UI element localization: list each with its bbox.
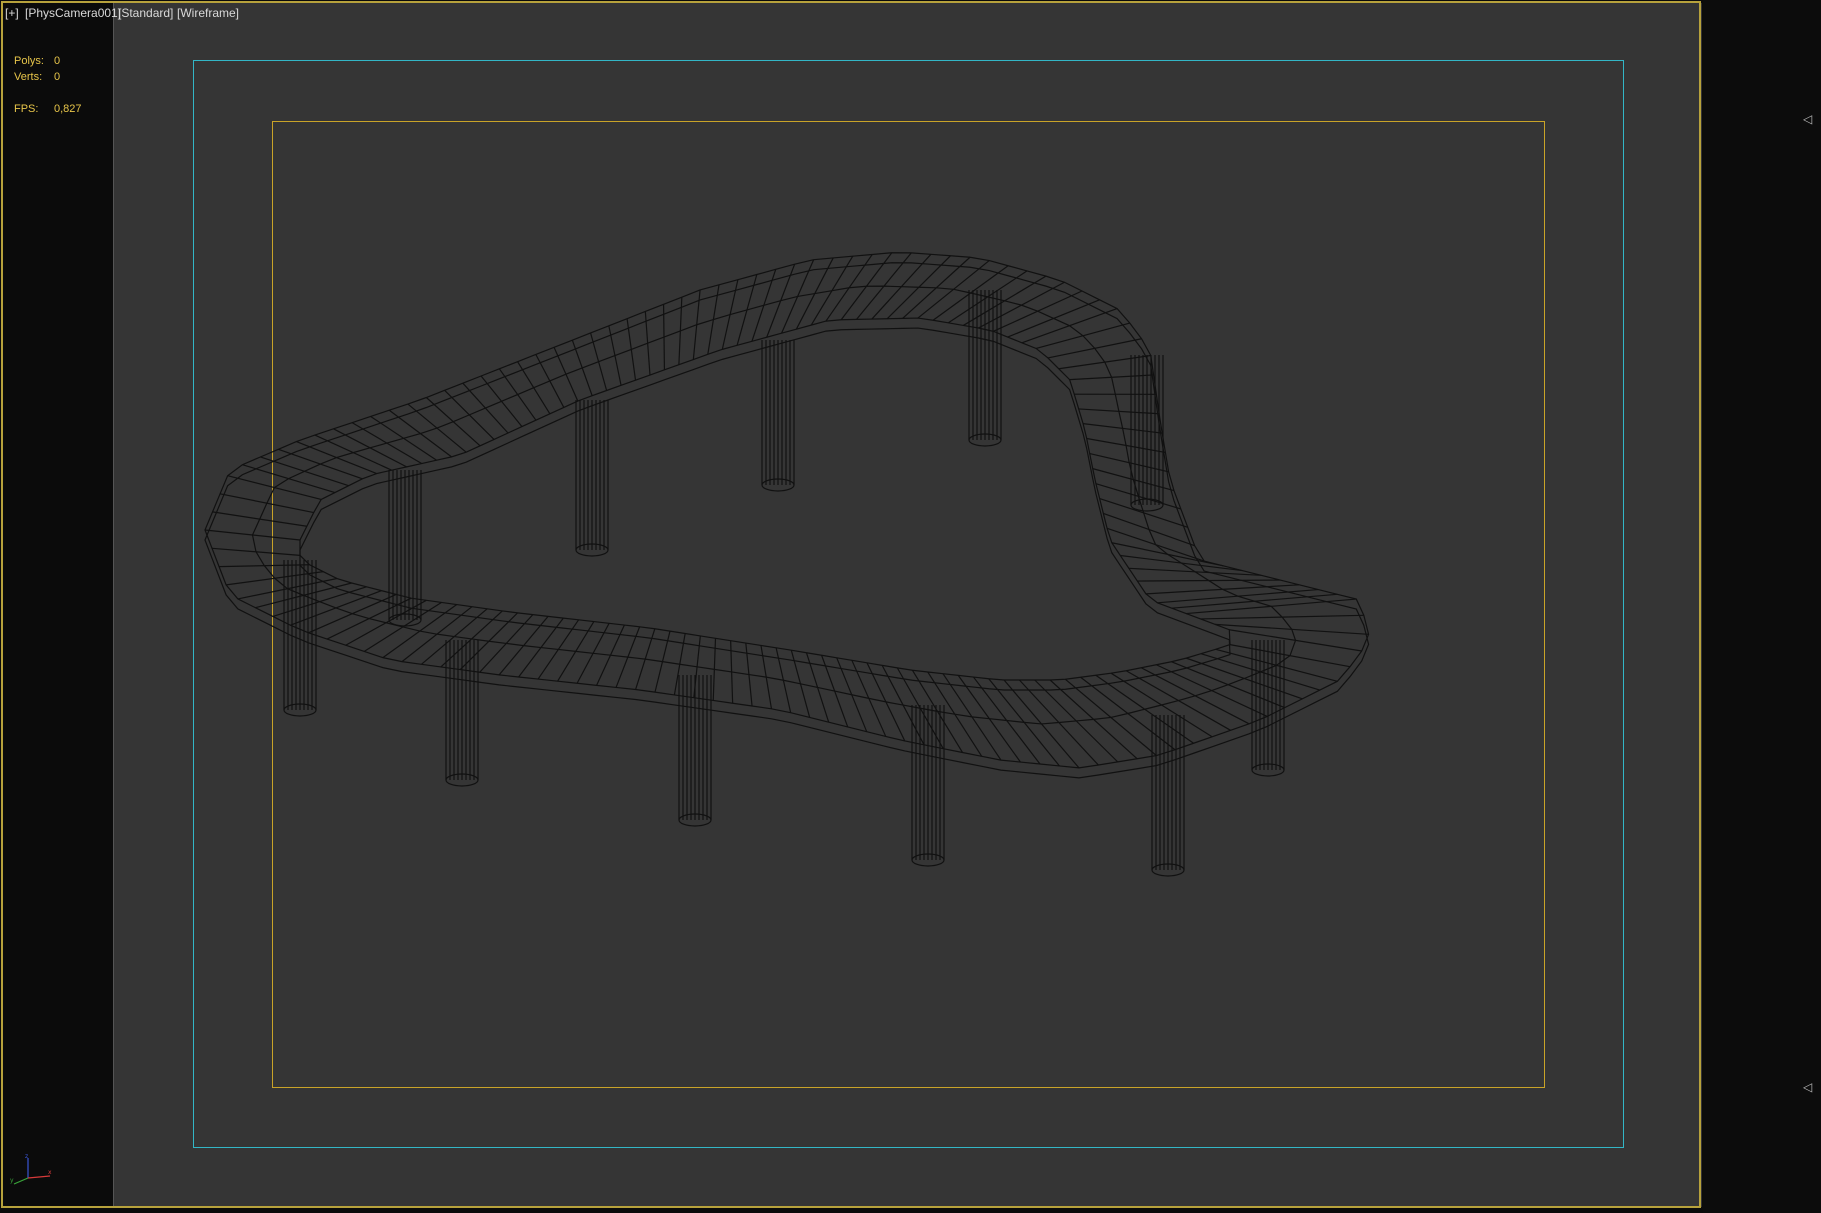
- verts-label: Verts:: [14, 71, 43, 83]
- active-viewport-border: [1, 1, 1701, 1208]
- viewport-menu-button[interactable]: [+]: [5, 6, 19, 20]
- triangle-left-icon[interactable]: ◁: [1803, 112, 1812, 126]
- shading-menu-button[interactable]: [Standard]: [118, 6, 173, 20]
- triangle-left-icon[interactable]: ◁: [1803, 1080, 1812, 1094]
- polys-label: Polys:: [14, 55, 44, 67]
- verts-value: 0: [54, 71, 61, 83]
- camera-menu-button[interactable]: [PhysCamera001]: [25, 6, 121, 20]
- svg-text:z: z: [25, 1153, 28, 1160]
- display-mode-menu-button[interactable]: [Wireframe]: [177, 6, 239, 20]
- fps-value: 0,827: [54, 103, 82, 115]
- xyz-axis-icon: z x y: [10, 1153, 52, 1185]
- camera-viewport[interactable]: [+] [PhysCamera001] [Standard] [Wirefram…: [0, 0, 1821, 1213]
- svg-text:x: x: [48, 1169, 52, 1176]
- polys-value: 0: [54, 55, 61, 67]
- fps-label: FPS:: [14, 103, 39, 115]
- svg-text:y: y: [10, 1177, 14, 1184]
